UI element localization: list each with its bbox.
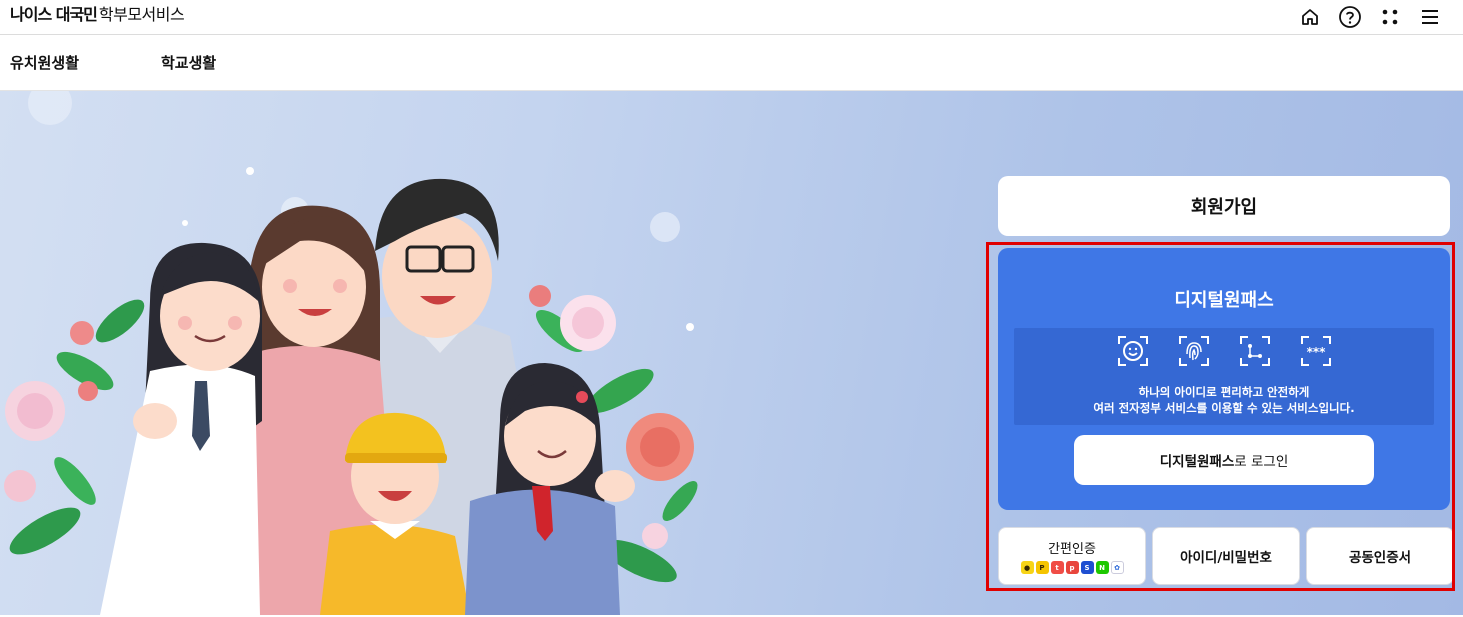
signup-button[interactable]: 회원가입 [998, 176, 1450, 236]
main-nav: 유치원생활 학교생활 [0, 35, 1463, 91]
site-logo[interactable]: 나이스 대국민 학부모서비스 [10, 5, 185, 25]
brand-name: 나이스 대국민 [10, 5, 98, 24]
family-illustration [4, 91, 698, 615]
help-icon[interactable] [1337, 4, 1363, 30]
nav-item-school[interactable]: 학교생활 [161, 52, 216, 73]
home-icon[interactable] [1297, 4, 1323, 30]
apps-icon[interactable] [1377, 4, 1403, 30]
brand-service-name: 학부모서비스 [98, 5, 185, 24]
nav-item-kindergarten[interactable]: 유치원생활 [10, 52, 79, 73]
menu-icon[interactable] [1417, 4, 1443, 30]
highlight-box [986, 242, 1455, 591]
top-bar: 나이스 대국민 학부모서비스 [0, 0, 1463, 35]
